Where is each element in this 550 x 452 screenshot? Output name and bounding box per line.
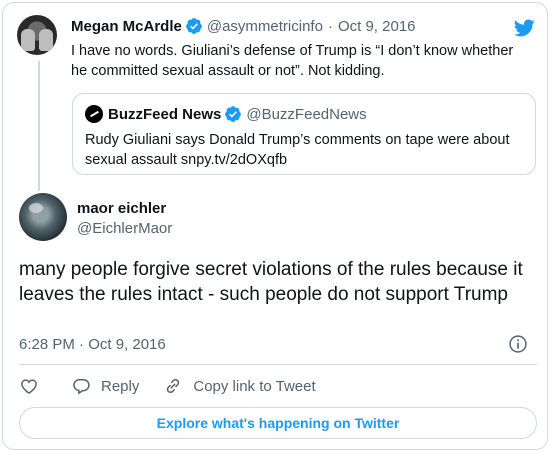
quoted-tweet-header: BuzzFeed News @BuzzFeedNews [85, 105, 367, 123]
buzzfeed-logo-icon [85, 105, 103, 123]
quoted-tweet[interactable]: BuzzFeed News @BuzzFeedNews Rudy Giulian… [72, 93, 536, 175]
quoted-tweet-text: Rudy Giuliani says Donald Trump’s commen… [85, 132, 510, 168]
tweet-text: many people forgive secret violations of… [19, 259, 523, 305]
avatar[interactable] [19, 193, 67, 241]
author-handle[interactable]: @EichlerMaor [77, 220, 172, 237]
verified-badge-icon [225, 106, 242, 122]
link-icon [167, 378, 180, 394]
twitter-bird-icon[interactable] [513, 17, 535, 39]
author-name[interactable]: Megan McArdle [71, 18, 182, 35]
embedded-tweet-card: Megan McArdle @asymmetricinfo · Oct 9, 2… [2, 2, 548, 450]
separator: · [327, 17, 333, 35]
parent-tweet-text: I have no words. Giuliani’s defense of T… [71, 43, 514, 79]
parent-tweet-header: Megan McArdle @asymmetricinfo · Oct 9, 2… [71, 17, 416, 35]
copy-link-label: Copy link to Tweet [193, 377, 316, 395]
verified-badge-icon [185, 18, 202, 34]
copy-link-button[interactable]: Copy link to Tweet [163, 376, 316, 396]
tweet-timestamp[interactable]: 6:28 PM · Oct 9, 2016 [19, 336, 166, 353]
avatar[interactable] [17, 15, 57, 55]
heart-icon [21, 379, 37, 394]
tweet-actions: Reply Copy link to Tweet [19, 374, 316, 398]
author-name[interactable]: maor eichler [77, 200, 166, 217]
explore-twitter-button[interactable]: Explore what's happening on Twitter [19, 407, 537, 439]
tweet-date[interactable]: Oct 9, 2016 [338, 18, 416, 35]
info-icon[interactable] [508, 334, 528, 354]
reply-icon [73, 379, 90, 395]
quoted-author-name: BuzzFeed News [108, 105, 222, 123]
reply-button[interactable]: Reply [71, 376, 139, 396]
quoted-author-handle: @BuzzFeedNews [246, 105, 367, 123]
author-handle[interactable]: @asymmetricinfo [207, 18, 323, 35]
reply-label: Reply [101, 377, 140, 395]
thread-line [38, 61, 40, 191]
like-button[interactable] [19, 376, 39, 396]
divider [19, 364, 537, 365]
